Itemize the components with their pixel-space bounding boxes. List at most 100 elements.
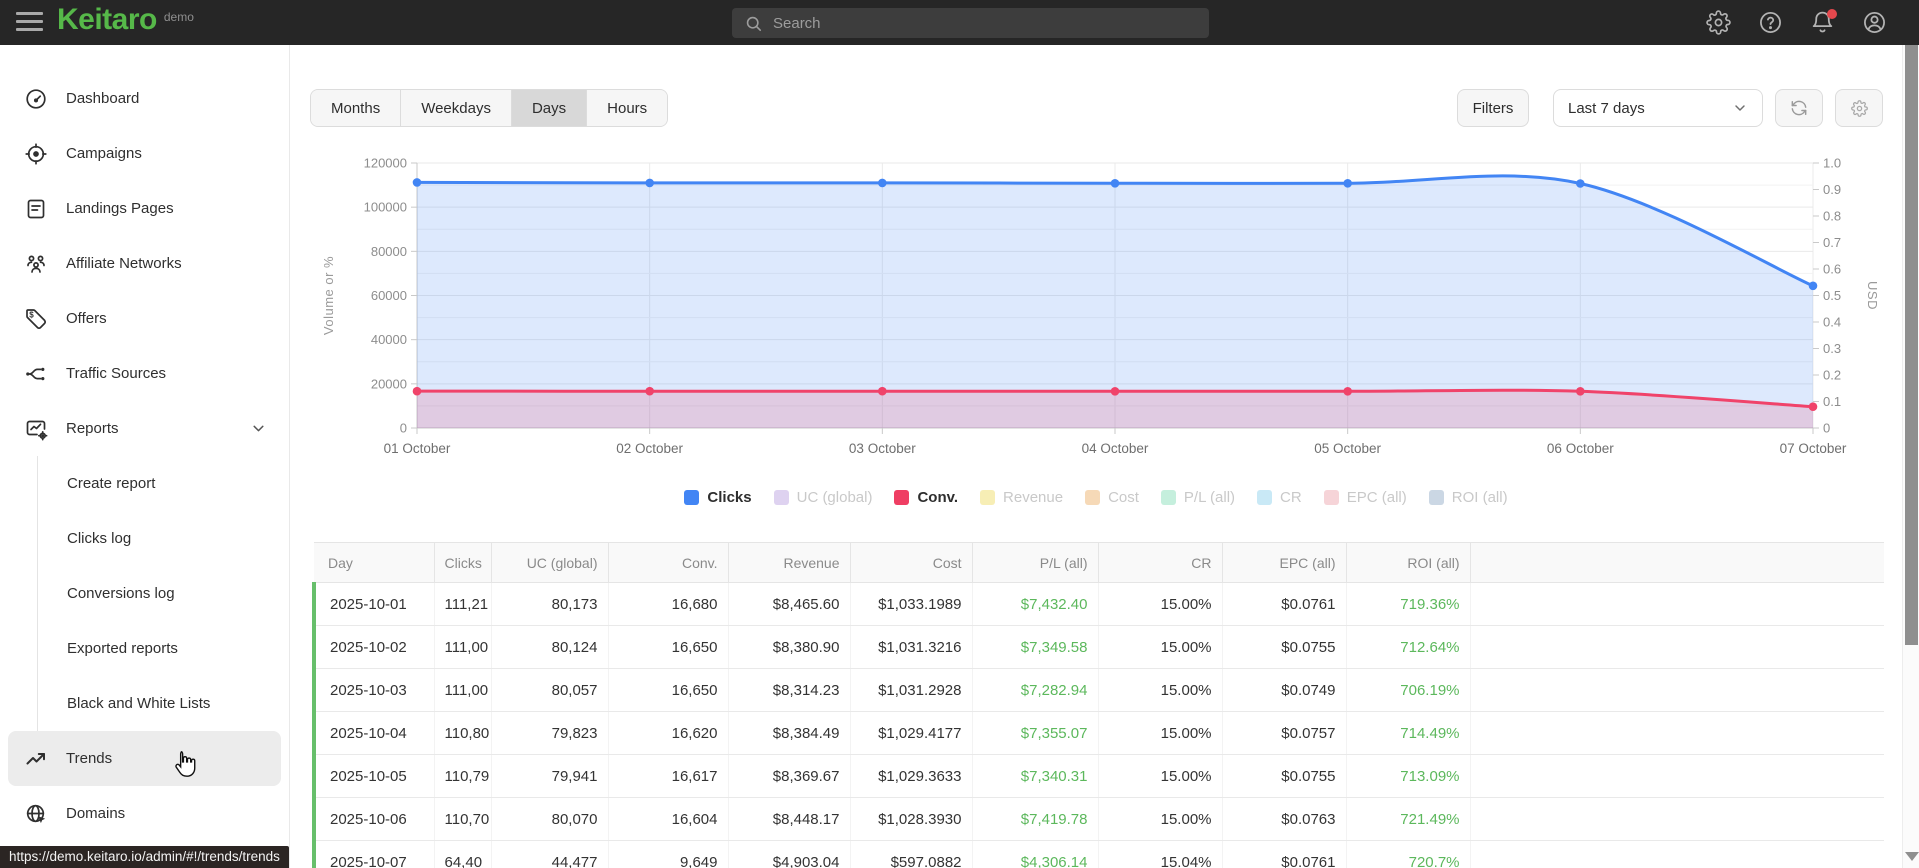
filters-button[interactable]: Filters [1457,89,1529,127]
sidebar-item-create-report[interactable]: Create report [38,456,289,511]
sidebar-item-dashboard[interactable]: Dashboard [0,71,289,126]
sidebar-item-label: Affiliate Networks [66,255,182,272]
topbar-icons [1705,0,1887,45]
cell-uc-global: 80,173 [491,582,609,626]
cell-cost: $1,033.1989 [850,582,973,626]
keitaro-trends-page: Keitaro demo Dashboard Campaigns Landings … [0,0,1919,868]
sidebar-item-reports[interactable]: Reports [0,401,289,456]
scroll-down-arrow-icon[interactable] [1905,852,1919,861]
cell-filler [1470,582,1884,626]
sidebar-item-exported-reports[interactable]: Exported reports [38,621,289,676]
cell-day: 2025-10-03 [312,668,435,712]
sidebar-item-conversions-log[interactable]: Conversions log [38,566,289,621]
column-header-cost[interactable]: Cost [850,542,973,583]
legend-item-revenue[interactable]: Revenue [980,489,1063,506]
svg-text:0.5: 0.5 [1823,288,1841,303]
scrollbar-thumb[interactable] [1905,45,1918,645]
brand[interactable]: Keitaro demo [57,3,194,37]
legend-item-uc-global[interactable]: UC (global) [773,489,872,506]
tab-days[interactable]: Days [511,90,588,126]
page-scrollbar[interactable] [1902,45,1919,868]
sidebar-item-affiliate-networks[interactable]: Affiliate Networks [0,236,289,291]
help-icon[interactable] [1757,10,1783,36]
cell-cr: 15.00% [1098,754,1223,798]
chart-settings-button[interactable] [1835,89,1883,127]
sidebar-item-label: Offers [66,310,107,327]
cell-p-l-all: $7,432.40 [972,582,1099,626]
column-header-epc-all[interactable]: EPC (all) [1222,542,1347,583]
sidebar-item-domains[interactable]: Domains [0,786,289,841]
column-header-uc-global[interactable]: UC (global) [491,542,609,583]
legend-item-p-l-all[interactable]: P/L (all) [1160,489,1235,506]
sidebar-item-black-and-white-lists[interactable]: Black and White Lists [38,676,289,731]
column-header-day[interactable]: Day [314,542,435,583]
cell-day: 2025-10-01 [312,582,435,626]
legend-item-cost[interactable]: Cost [1085,489,1139,506]
notifications-icon[interactable] [1809,8,1837,36]
table-header-row: Day Clicks UC (global) Conv. Revenue Cost P/L … [314,542,1884,583]
cell-filler [1470,668,1884,712]
settings-icon[interactable] [1705,10,1731,36]
campaigns-icon [24,142,48,166]
dashboard-icon [24,87,48,111]
account-icon[interactable] [1861,10,1887,36]
cell-clicks: 111,00 [434,668,492,712]
menu-icon[interactable] [16,12,43,33]
svg-text:02 October: 02 October [616,441,683,456]
svg-text:40000: 40000 [371,332,407,347]
cell-conv: 16,604 [608,797,729,841]
svg-text:0.2: 0.2 [1823,368,1841,383]
cell-roi-all: 719.36% [1346,582,1471,626]
legend-item-clicks[interactable]: Clicks [684,489,752,506]
sidebar-item-label: Landings Pages [66,200,174,217]
legend-swatch [1160,490,1176,505]
keitaro-logo: Keitaro [57,3,157,36]
cell-roi-all: 713.09% [1346,754,1471,798]
cell-epc-all: $0.0755 [1222,625,1347,669]
cell-clicks: 64,40 [434,840,492,868]
sidebar-item-campaigns[interactable]: Campaigns [0,126,289,181]
sidebar-item-offers[interactable]: $ Offers [0,291,289,346]
column-header-filler [1470,542,1884,583]
sidebar-item-landings-pages[interactable]: Landings Pages [0,181,289,236]
sidebar-item-label: Campaigns [66,145,142,162]
tab-weekdays[interactable]: Weekdays [401,90,512,126]
global-search[interactable] [732,8,1209,38]
cell-day: 2025-10-04 [312,711,435,755]
svg-text:0.6: 0.6 [1823,262,1841,277]
column-header-cr[interactable]: CR [1098,542,1223,583]
table-row: 2025-10-03 111,00 80,057 16,650 $8,314.23 $1,… [312,668,1884,712]
cell-revenue: $8,465.60 [728,582,851,626]
sidebar-item-traffic-sources[interactable]: Traffic Sources [0,346,289,401]
cell-p-l-all: $7,419.78 [972,797,1099,841]
tab-months[interactable]: Months [311,90,402,126]
svg-text:60000: 60000 [371,288,407,303]
legend-item-cr[interactable]: CR [1257,489,1302,506]
column-header-roi-all[interactable]: ROI (all) [1346,542,1471,583]
legend-item-epc-all[interactable]: EPC (all) [1323,489,1407,506]
sidebar-item-trends[interactable]: Trends [8,731,281,786]
sidebar-item-clicks-log[interactable]: Clicks log [38,511,289,566]
cell-filler [1470,625,1884,669]
column-header-conv[interactable]: Conv. [608,542,729,583]
search-input[interactable] [773,14,1197,32]
legend-item-roi-all[interactable]: ROI (all) [1428,489,1508,506]
cell-epc-all: $0.0755 [1222,754,1347,798]
column-header-revenue[interactable]: Revenue [728,542,851,583]
cell-p-l-all: $7,349.58 [972,625,1099,669]
cell-filler [1470,754,1884,798]
cell-cr: 15.00% [1098,668,1223,712]
tab-hours[interactable]: Hours [587,90,668,126]
refresh-button[interactable] [1775,89,1823,127]
column-header-p-l-all[interactable]: P/L (all) [972,542,1099,583]
legend-item-conv[interactable]: Conv. [894,489,958,506]
cell-cost: $1,029.3633 [850,754,973,798]
svg-text:03 October: 03 October [849,441,916,456]
svg-text:04 October: 04 October [1082,441,1149,456]
legend-swatch [773,490,789,505]
date-range-select[interactable]: Last 7 days [1553,89,1763,127]
sidebar: Dashboard Campaigns Landings Pages Affiliat… [0,45,290,868]
svg-text:120000: 120000 [364,156,407,171]
column-header-clicks[interactable]: Clicks [434,542,492,583]
cell-cr: 15.00% [1098,711,1223,755]
